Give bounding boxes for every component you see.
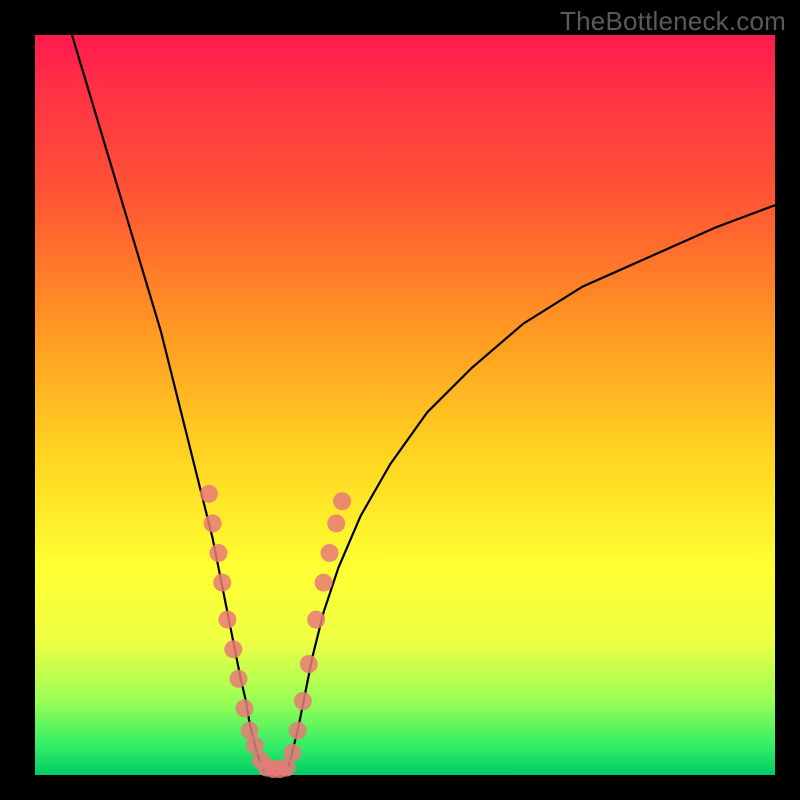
chart-svg [35,35,775,775]
data-point [307,611,325,629]
data-point [321,544,339,562]
data-points [200,485,351,778]
data-point [235,699,253,717]
curve-left [72,35,264,771]
data-point [204,514,222,532]
data-point [327,514,345,532]
data-point [289,722,307,740]
data-point [294,692,312,710]
data-point [213,574,231,592]
chart-frame: TheBottleneck.com [0,0,800,800]
data-point [224,640,242,658]
data-point [284,744,302,762]
data-point [300,655,318,673]
data-point [333,492,351,510]
data-point [218,611,236,629]
data-point [230,670,248,688]
data-point [200,485,218,503]
watermark-text: TheBottleneck.com [560,6,786,37]
data-point [315,574,333,592]
plot-area [35,35,775,775]
data-point [210,544,228,562]
curve-right [287,205,775,771]
